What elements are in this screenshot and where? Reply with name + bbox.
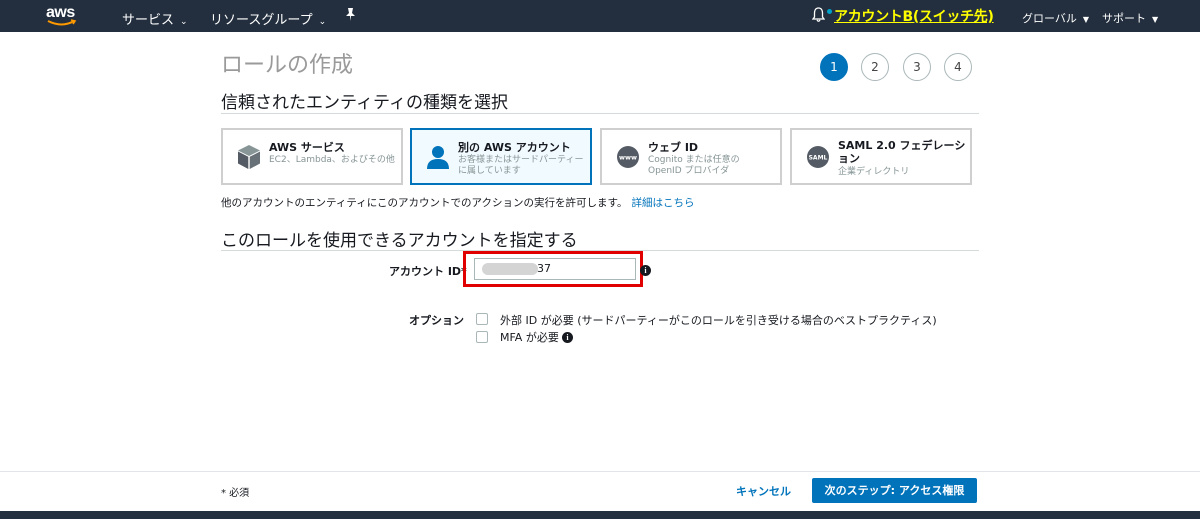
entity-card-saml-federation[interactable]: SAML SAML 2.0 フェデレーション 企業ディレクトリ (790, 128, 972, 185)
top-navigation-bar: aws サービス ⌄ リソースグループ ⌄ アカウントB(スイッチ先) グローバル ▼… (0, 0, 1200, 32)
pin-icon[interactable] (345, 8, 356, 24)
require-mfa-label: MFA が必要 (500, 331, 559, 344)
svg-text:www: www (619, 154, 637, 162)
card-title: AWS サービス (269, 141, 345, 154)
entity-card-another-aws-account[interactable]: 別の AWS アカウント お客様またはサードパーティーに属しています (410, 128, 592, 185)
resource-groups-menu-label: リソースグループ (210, 13, 313, 28)
require-external-id-label: 外部 ID が必要 (サードパーティーがこのロールを引き受ける場合のベストプラク… (500, 314, 937, 327)
notification-dot (827, 9, 832, 14)
bell-icon[interactable] (811, 7, 826, 27)
services-menu[interactable]: サービス ⌄ (122, 9, 188, 28)
chevron-down-icon: ⌄ (180, 17, 188, 27)
learn-more-link[interactable]: 詳細はこちら (631, 197, 694, 209)
account-id-label: アカウント ID* (389, 265, 467, 278)
footer-divider (0, 471, 1200, 472)
require-external-id-checkbox[interactable] (476, 313, 488, 325)
bottom-console-bar (0, 511, 1200, 519)
account-section-title: このロールを使用できるアカウントを指定する (221, 231, 578, 251)
saml-icon: SAML (807, 146, 829, 168)
card-description: お客様またはサードパーティーに属しています (458, 155, 584, 176)
entity-card-web-identity[interactable]: www ウェブ ID Cognito または任意の OpenID プロバイダ (600, 128, 782, 185)
card-title: ウェブ ID (648, 141, 699, 154)
highlight-annotation-box (463, 251, 643, 287)
cube-icon (238, 145, 260, 169)
entity-help-text: 他のアカウントのエンティティにこのアカウントでのアクションの実行を許可します。詳… (221, 195, 694, 210)
wizard-step-2[interactable]: 2 (861, 53, 889, 81)
entity-section-title: 信頼されたエンティティの種類を選択 (221, 93, 508, 113)
user-icon (427, 146, 449, 169)
support-menu[interactable]: サポート ▼ (1102, 10, 1158, 26)
info-icon[interactable]: i (562, 332, 573, 343)
caret-down-icon: ▼ (1082, 15, 1090, 24)
account-menu[interactable]: アカウントB(スイッチ先) (834, 6, 994, 26)
svg-text:SAML: SAML (809, 155, 828, 162)
aws-smile-icon (47, 19, 77, 26)
entity-help-description: 他のアカウントのエンティティにこのアカウントでのアクションの実行を許可します。 (221, 197, 628, 209)
support-menu-label: サポート (1102, 12, 1146, 25)
www-icon: www (617, 146, 639, 168)
services-menu-label: サービス (122, 13, 175, 28)
required-note: * 必須 (221, 488, 250, 499)
wizard-step-4[interactable]: 4 (944, 53, 972, 81)
page-title: ロールの作成 (221, 53, 354, 78)
card-description: Cognito または任意の OpenID プロバイダ (648, 155, 740, 176)
resource-groups-menu[interactable]: リソースグループ ⌄ (210, 9, 326, 28)
wizard-step-3[interactable]: 3 (903, 53, 931, 81)
card-title: 別の AWS アカウント (458, 141, 571, 154)
card-description: EC2、Lambda、およびその他 (269, 155, 395, 165)
region-menu-label: グローバル (1022, 12, 1077, 25)
info-icon[interactable]: i (640, 265, 651, 276)
chevron-down-icon: ⌄ (318, 17, 327, 27)
options-label: オプション (409, 314, 464, 327)
next-step-button[interactable]: 次のステップ: アクセス権限 (812, 478, 977, 503)
wizard-step-1[interactable]: 1 (820, 53, 848, 81)
region-menu[interactable]: グローバル ▼ (1022, 10, 1089, 26)
card-title: SAML 2.0 フェデレーション (838, 139, 966, 165)
caret-down-icon: ▼ (1152, 15, 1159, 24)
cancel-button[interactable]: キャンセル (736, 483, 791, 499)
require-mfa-checkbox[interactable] (476, 331, 488, 343)
section-divider (221, 113, 979, 114)
card-description: 企業ディレクトリ (838, 167, 910, 177)
aws-logo[interactable]: aws (46, 4, 86, 28)
entity-card-aws-service[interactable]: AWS サービス EC2、Lambda、およびその他 (221, 128, 403, 185)
